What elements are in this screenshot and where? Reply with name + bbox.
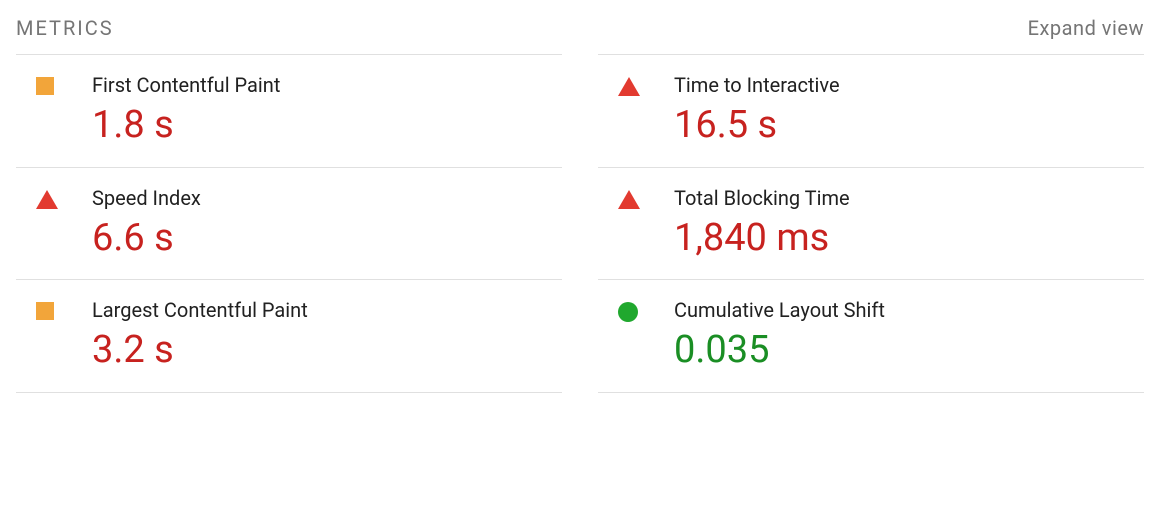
- metric-text: Total Blocking Time 1,840 ms: [674, 186, 850, 262]
- status-icon-slot: [618, 298, 674, 322]
- metric-label: First Contentful Paint: [92, 73, 280, 97]
- triangle-fail-icon: [618, 77, 640, 96]
- status-icon-slot: [618, 186, 674, 209]
- triangle-fail-icon: [36, 190, 58, 209]
- metrics-header: METRICS Expand view: [16, 16, 1144, 54]
- metrics-column-left: First Contentful Paint 1.8 s Speed Index…: [16, 54, 562, 393]
- metric-value: 3.2 s: [92, 328, 308, 374]
- section-title: METRICS: [16, 16, 114, 40]
- metrics-columns: First Contentful Paint 1.8 s Speed Index…: [16, 54, 1144, 393]
- metric-speed-index[interactable]: Speed Index 6.6 s: [16, 167, 562, 281]
- metric-label: Speed Index: [92, 186, 201, 210]
- expand-view-button[interactable]: Expand view: [1028, 16, 1144, 40]
- metric-text: Speed Index 6.6 s: [92, 186, 201, 262]
- metric-label: Total Blocking Time: [674, 186, 850, 210]
- metric-text: First Contentful Paint 1.8 s: [92, 73, 280, 149]
- metrics-column-right: Time to Interactive 16.5 s Total Blockin…: [598, 54, 1144, 393]
- metric-value: 1.8 s: [92, 103, 280, 149]
- metric-total-blocking-time[interactable]: Total Blocking Time 1,840 ms: [598, 167, 1144, 281]
- metric-time-to-interactive[interactable]: Time to Interactive 16.5 s: [598, 54, 1144, 168]
- triangle-fail-icon: [618, 190, 640, 209]
- circle-pass-icon: [618, 302, 638, 322]
- metric-text: Time to Interactive 16.5 s: [674, 73, 840, 149]
- metric-text: Largest Contentful Paint 3.2 s: [92, 298, 308, 374]
- status-icon-slot: [36, 186, 92, 209]
- square-warning-icon: [36, 302, 54, 320]
- metric-value: 16.5 s: [674, 103, 840, 149]
- metric-largest-contentful-paint[interactable]: Largest Contentful Paint 3.2 s: [16, 279, 562, 393]
- metric-label: Largest Contentful Paint: [92, 298, 308, 322]
- metric-value: 1,840 ms: [674, 216, 850, 262]
- metric-first-contentful-paint[interactable]: First Contentful Paint 1.8 s: [16, 54, 562, 168]
- metric-text: Cumulative Layout Shift 0.035: [674, 298, 885, 374]
- status-icon-slot: [618, 73, 674, 96]
- status-icon-slot: [36, 73, 92, 95]
- status-icon-slot: [36, 298, 92, 320]
- metric-value: 0.035: [674, 328, 885, 374]
- metric-cumulative-layout-shift[interactable]: Cumulative Layout Shift 0.035: [598, 279, 1144, 393]
- square-warning-icon: [36, 77, 54, 95]
- metric-value: 6.6 s: [92, 216, 201, 262]
- metric-label: Cumulative Layout Shift: [674, 298, 885, 322]
- metric-label: Time to Interactive: [674, 73, 840, 97]
